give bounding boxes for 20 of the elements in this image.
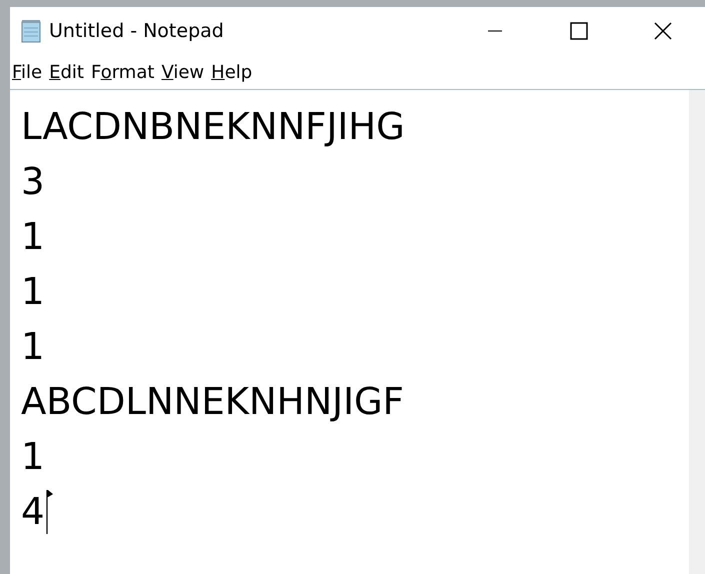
close-icon xyxy=(654,22,672,40)
minimize-icon xyxy=(487,30,503,32)
text-line: ABCDLNNEKNHNJIGF xyxy=(21,379,404,425)
text-line: 1 xyxy=(21,269,45,315)
menu-item[interactable]: View xyxy=(159,62,210,82)
window-title: Untitled - Notepad xyxy=(49,20,224,42)
text-caret-icon xyxy=(46,490,54,534)
notepad-icon xyxy=(19,19,43,43)
scrollbar[interactable] xyxy=(689,90,705,574)
menu-item[interactable]: File xyxy=(10,62,48,82)
text-line: LACDNBNEKNNFJIHG xyxy=(21,104,405,150)
text-line: 3 xyxy=(21,159,45,205)
maximize-icon xyxy=(570,22,588,40)
text-line: 1 xyxy=(21,214,45,260)
text-line: 1 xyxy=(21,434,45,480)
menu-item[interactable]: Edit xyxy=(47,62,89,82)
menu-item[interactable]: Help xyxy=(209,62,258,82)
menu-item[interactable]: Format xyxy=(88,62,160,82)
text-line: 1 xyxy=(21,324,45,370)
text-line: 4 xyxy=(21,489,45,535)
